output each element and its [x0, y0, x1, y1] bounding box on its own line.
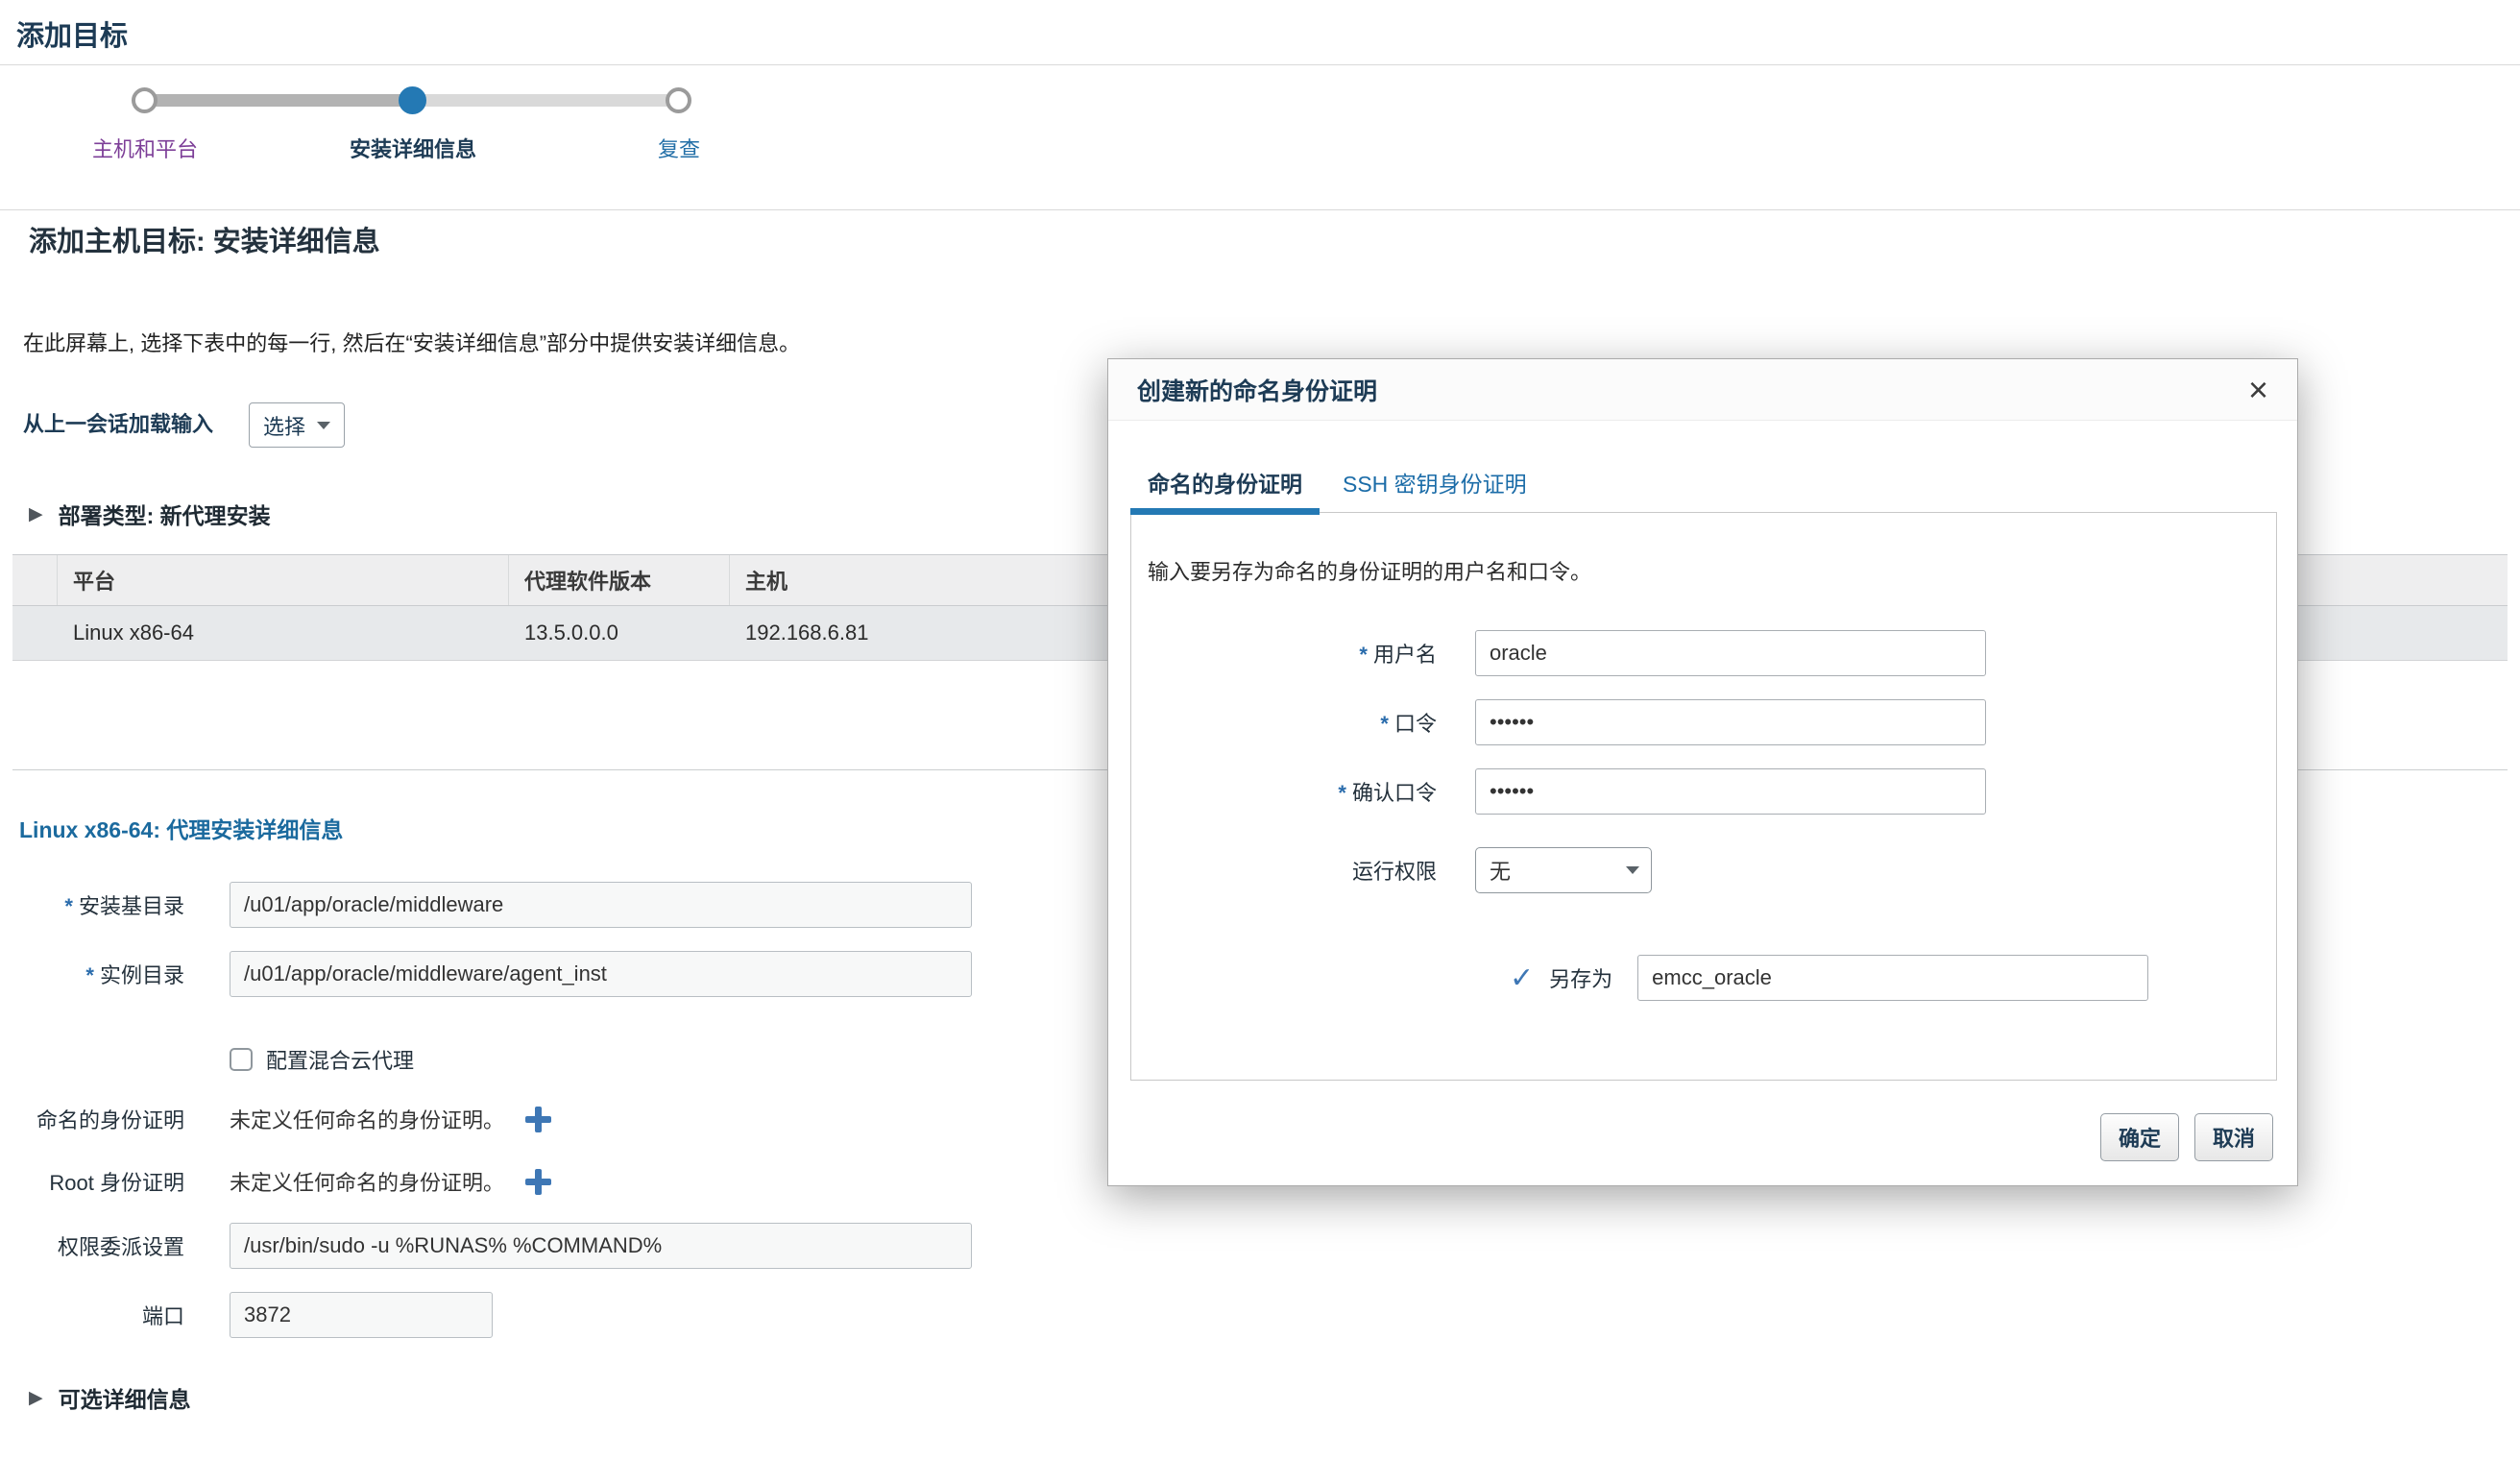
- required-marker: *: [1359, 643, 1368, 667]
- password-row: *口令: [1148, 699, 2257, 745]
- privilege-delegation-row: 权限委派设置: [0, 1223, 972, 1269]
- hybrid-cloud-row: 配置混合云代理: [0, 1040, 414, 1079]
- required-marker: *: [85, 963, 94, 987]
- tab-named-credential[interactable]: 命名的身份证明: [1130, 466, 1320, 512]
- add-named-credential-icon[interactable]: [525, 1107, 551, 1132]
- add-root-credential-icon[interactable]: [525, 1169, 551, 1195]
- load-previous-session-row: 从上一会话加载输入: [23, 400, 213, 446]
- required-marker: *: [1338, 781, 1346, 805]
- run-privilege-row: 运行权限 无: [1148, 847, 2257, 893]
- wizard-step-review: 复查: [658, 133, 700, 163]
- dialog-header: 创建新的命名身份证明 ×: [1108, 359, 2297, 421]
- port-label: 端口: [0, 1300, 184, 1330]
- page-title: 添加目标: [16, 13, 128, 54]
- deployment-type-section-toggle[interactable]: ▶ 部署类型: 新代理安装: [29, 498, 271, 530]
- step-circle-review-icon: [666, 87, 691, 113]
- table-gutter-header: [12, 555, 58, 605]
- confirm-password-input[interactable]: [1475, 768, 1986, 815]
- privilege-delegation-label: 权限委派设置: [0, 1230, 184, 1261]
- select-button-label: 选择: [263, 410, 305, 441]
- root-credential-status: 未定义任何命名的身份证明。: [230, 1166, 504, 1197]
- train-progress-segment: [145, 94, 412, 107]
- ok-button[interactable]: 确定: [2100, 1113, 2179, 1161]
- optional-details-section-toggle[interactable]: ▶ 可选详细信息: [29, 1381, 191, 1414]
- wizard-step-hosts[interactable]: 主机和平台: [92, 133, 198, 163]
- save-as-input[interactable]: [1637, 955, 2148, 1001]
- named-credential-label: 命名的身份证明: [0, 1104, 184, 1134]
- username-input[interactable]: [1475, 630, 1986, 676]
- column-header-platform: 平台: [58, 555, 509, 605]
- dialog-tabs: 命名的身份证明 SSH 密钥身份证明: [1130, 467, 1544, 512]
- agent-details-heading: Linux x86-64: 代理安装详细信息: [19, 812, 343, 844]
- close-icon[interactable]: ×: [2248, 373, 2268, 407]
- hybrid-cloud-checkbox[interactable]: [230, 1048, 253, 1071]
- page-instruction: 在此屏幕上, 选择下表中的每一行, 然后在“安装详细信息”部分中提供安装详细信息…: [23, 327, 800, 357]
- train-remaining-segment: [412, 94, 679, 107]
- run-privilege-label: 运行权限: [1148, 855, 1437, 886]
- hybrid-cloud-label: 配置混合云代理: [266, 1044, 414, 1075]
- password-label: *口令: [1148, 707, 1437, 738]
- optional-details-label: 可选详细信息: [59, 1381, 191, 1414]
- section-heading: 添加主机目标: 安装详细信息: [29, 219, 380, 259]
- column-header-agent-version: 代理软件版本: [509, 555, 730, 605]
- deployment-type-label: 部署类型: 新代理安装: [59, 498, 271, 530]
- checkmark-icon[interactable]: ✓: [1510, 961, 1534, 995]
- add-target-page: 添加目标 主机和平台 安装详细信息 复查 添加主机目标: 安装详细信息 在此屏幕…: [0, 0, 2520, 1460]
- install-base-label: *安装基目录: [0, 889, 184, 920]
- named-credential-row: 命名的身份证明 未定义任何命名的身份证明。: [0, 1096, 551, 1142]
- dialog-tab-content: 输入要另存为命名的身份证明的用户名和口令。 *用户名 *口令 *确认口令 运行权…: [1130, 512, 2277, 1081]
- step-circle-install-details-icon: [399, 86, 426, 114]
- tab-ssh-key-credential[interactable]: SSH 密钥身份证明: [1325, 466, 1544, 512]
- port-row: 端口: [0, 1292, 493, 1338]
- step-circle-hosts-icon: [132, 87, 158, 113]
- cell-platform: Linux x86-64: [58, 606, 509, 660]
- divider: [0, 64, 2520, 65]
- dialog-instruction: 输入要另存为命名的身份证明的用户名和口令。: [1148, 555, 2257, 586]
- collapsed-arrow-icon: ▶: [29, 1387, 43, 1409]
- instance-dir-label: *实例目录: [0, 959, 184, 989]
- chevron-down-icon: [1614, 848, 1651, 892]
- wizard-step-install-details[interactable]: 安装详细信息: [350, 133, 476, 163]
- username-label: *用户名: [1148, 638, 1437, 669]
- dialog-title: 创建新的命名身份证明: [1137, 373, 2248, 407]
- username-row: *用户名: [1148, 630, 2257, 676]
- root-credential-row: Root 身份证明 未定义任何命名的身份证明。: [0, 1158, 551, 1204]
- required-marker: *: [1380, 712, 1389, 736]
- cancel-button[interactable]: 取消: [2194, 1113, 2273, 1161]
- required-marker: *: [64, 894, 73, 918]
- install-base-row: *安装基目录: [0, 882, 972, 928]
- confirm-password-label: *确认口令: [1148, 776, 1437, 807]
- named-credential-status: 未定义任何命名的身份证明。: [230, 1104, 504, 1134]
- password-input[interactable]: [1475, 699, 1986, 745]
- create-credential-dialog: 创建新的命名身份证明 × 命名的身份证明 SSH 密钥身份证明 输入要另存为命名…: [1107, 358, 2298, 1186]
- divider: [0, 209, 2520, 210]
- dialog-footer: 确定 取消: [2100, 1113, 2273, 1161]
- instance-dir-input[interactable]: [230, 951, 972, 997]
- cell-agent-version: 13.5.0.0.0: [509, 606, 730, 660]
- chevron-down-icon: [317, 422, 330, 429]
- save-as-row: ✓ 另存为: [1148, 955, 2257, 1001]
- port-input[interactable]: [230, 1292, 493, 1338]
- run-privilege-select[interactable]: 无: [1475, 847, 1652, 893]
- install-base-input[interactable]: [230, 882, 972, 928]
- save-as-label: 另存为: [1549, 962, 1612, 993]
- load-previous-label: 从上一会话加载输入: [23, 407, 213, 438]
- collapsed-arrow-icon: ▶: [29, 503, 43, 525]
- privilege-delegation-input[interactable]: [230, 1223, 972, 1269]
- root-credential-label: Root 身份证明: [0, 1166, 184, 1197]
- row-gutter-cell: [12, 606, 58, 660]
- instance-dir-row: *实例目录: [0, 951, 972, 997]
- run-privilege-value: 无: [1476, 855, 1614, 886]
- load-previous-select-button[interactable]: 选择: [249, 402, 345, 448]
- confirm-password-row: *确认口令: [1148, 768, 2257, 815]
